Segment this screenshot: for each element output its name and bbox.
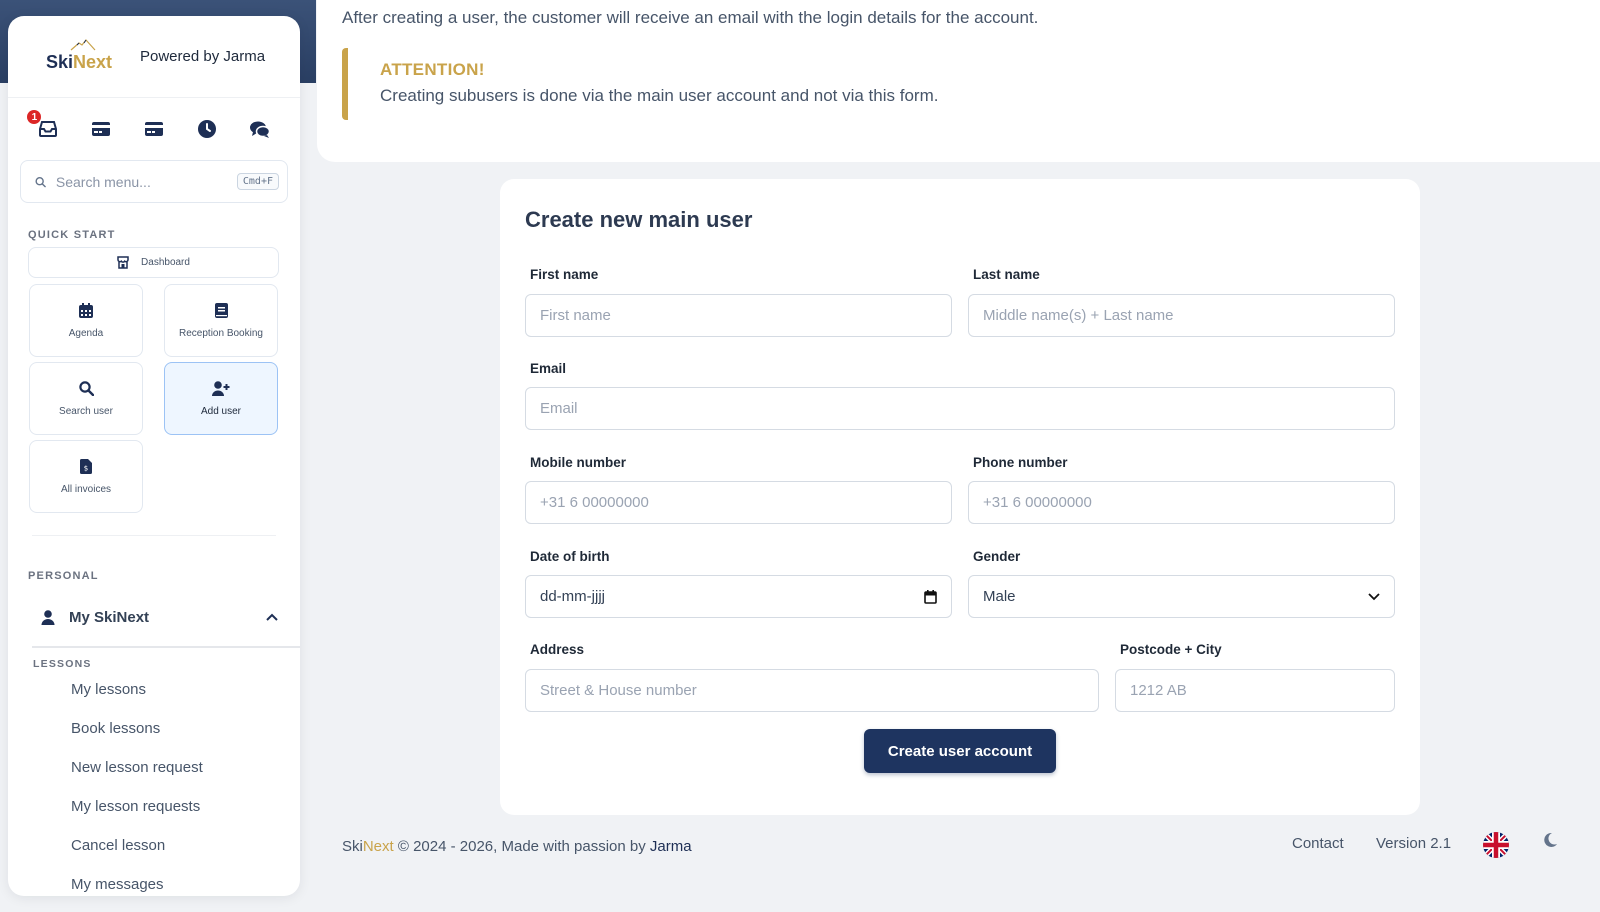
version-text: Version 2.1 <box>1376 835 1452 852</box>
postcode-label: Postcode + City <box>1120 642 1222 657</box>
quick-agenda-label: Agenda <box>68 327 104 339</box>
search-input[interactable] <box>55 173 237 190</box>
user-icon <box>41 609 55 625</box>
credit-card-icon <box>92 122 111 136</box>
messages-button[interactable] <box>247 116 273 142</box>
powered-by: Powered by Jarma <box>140 48 266 65</box>
credit-card-icon <box>144 122 163 136</box>
my-lesson-requests-link[interactable]: My lesson requests <box>32 787 300 826</box>
address-input[interactable] <box>525 669 1099 712</box>
dashboard-label: Dashboard <box>141 257 190 268</box>
create-user-form: Create new main user First name Last nam… <box>500 179 1420 815</box>
quick-add-user-label: Add user <box>200 405 242 417</box>
skinext-logo[interactable]: SkiNext <box>46 38 112 75</box>
my-lessons-link[interactable]: My lessons <box>32 670 300 709</box>
invoice-icon: $ <box>80 458 92 474</box>
book-lessons-link[interactable]: Book lessons <box>32 709 300 748</box>
inbox-button[interactable]: 1 <box>27 110 61 142</box>
shortcut-hint: Cmd+F <box>236 173 279 190</box>
mountain-icon <box>70 38 96 50</box>
email-input[interactable] <box>525 387 1395 430</box>
quick-reception-label: Reception Booking <box>179 327 263 339</box>
brand-header: SkiNext Powered by Jarma <box>8 16 300 98</box>
dob-label: Date of birth <box>530 549 610 564</box>
quick-search-user[interactable]: Search user <box>29 362 143 435</box>
book-icon <box>214 302 228 318</box>
last-name-label: Last name <box>973 267 1040 282</box>
search-icon <box>35 176 46 187</box>
user-plus-icon <box>212 380 230 396</box>
chat-icon <box>249 121 270 138</box>
sidebar-divider <box>32 535 276 536</box>
attention-text: Creating subusers is done via the main u… <box>380 86 939 105</box>
language-flag[interactable] <box>1483 832 1509 858</box>
quick-invoices-label: All invoices <box>60 483 112 495</box>
menu-search: Cmd+F <box>20 160 288 203</box>
quick-agenda[interactable]: Agenda <box>29 284 143 357</box>
phone-input[interactable] <box>968 481 1395 524</box>
phone-label: Phone number <box>973 455 1068 470</box>
quick-icon-bar: 1 <box>8 98 300 160</box>
create-user-button[interactable]: Create user account <box>864 729 1056 773</box>
cancel-lesson-link[interactable]: Cancel lesson <box>32 826 300 865</box>
contact-link[interactable]: Contact <box>1292 835 1344 852</box>
moon-icon <box>1544 832 1557 847</box>
uk-flag-icon <box>1483 832 1509 858</box>
copyright: SkiNext © 2024 - 2026, Made with passion… <box>342 838 692 855</box>
footer-ski: Ski <box>342 838 363 855</box>
attention-title: ATTENTION! <box>380 60 485 79</box>
lessons-submenu: LESSONS My lessons Book lessons New less… <box>32 646 300 896</box>
inbox-icon <box>39 121 58 137</box>
clock-icon <box>197 120 216 138</box>
svg-text:$: $ <box>84 464 88 472</box>
address-label: Address <box>530 642 585 657</box>
dob-input[interactable]: dd-mm-jjjj <box>525 575 952 618</box>
quick-search-label: Search user <box>59 405 113 417</box>
notice-card: After creating a user, the customer will… <box>317 0 1600 162</box>
footer-next: Next <box>362 838 394 855</box>
sidebar: SkiNext Powered by Jarma 1 Cmd+F QUICK S… <box>8 16 300 896</box>
payments-button[interactable] <box>88 116 114 142</box>
quick-start-heading: QUICK START <box>28 229 116 241</box>
search-icon <box>78 380 94 396</box>
personal-heading: PERSONAL <box>28 570 99 582</box>
cards-button[interactable] <box>141 116 167 142</box>
logo-ski: Ski <box>46 51 74 72</box>
gender-label: Gender <box>973 549 1021 564</box>
intro-text: After creating a user, the customer will… <box>342 8 1039 27</box>
store-icon <box>117 256 129 269</box>
dashboard-link[interactable]: Dashboard <box>28 247 279 278</box>
dob-value: dd-mm-jjjj <box>540 588 605 605</box>
gender-value: Male <box>983 588 1016 605</box>
logo-next: Next <box>73 51 113 72</box>
calendar-icon <box>79 302 93 318</box>
my-messages-link[interactable]: My messages <box>32 865 300 896</box>
my-skinext-label: My SkiNext <box>69 608 150 626</box>
gender-select[interactable]: Male <box>968 575 1395 618</box>
first-name-input[interactable] <box>525 294 952 337</box>
chevron-down-icon <box>1368 592 1380 600</box>
email-label: Email <box>530 361 567 376</box>
quick-reception-booking[interactable]: Reception Booking <box>164 284 278 357</box>
chevron-up-icon <box>266 613 278 621</box>
logo-text: SkiNext <box>46 52 112 73</box>
history-button[interactable] <box>194 116 220 142</box>
mobile-input[interactable] <box>525 481 952 524</box>
calendar-icon <box>924 589 937 604</box>
lessons-heading: LESSONS <box>33 658 92 670</box>
quick-start-grid: Agenda Reception Booking Search user Add… <box>29 284 300 513</box>
dark-mode-toggle[interactable] <box>1542 832 1558 853</box>
quick-all-invoices[interactable]: $ All invoices <box>29 440 143 513</box>
attention-callout: ATTENTION! Creating subusers is done via… <box>342 48 938 120</box>
last-name-input[interactable] <box>968 294 1395 337</box>
postcode-input[interactable] <box>1115 669 1395 712</box>
my-skinext-toggle[interactable]: My SkiNext <box>8 596 300 638</box>
new-lesson-request-link[interactable]: New lesson request <box>32 748 300 787</box>
mobile-label: Mobile number <box>530 455 627 470</box>
form-title: Create new main user <box>525 207 753 232</box>
author-link[interactable]: Jarma <box>650 838 692 855</box>
quick-add-user[interactable]: Add user <box>164 362 278 435</box>
first-name-label: First name <box>530 267 599 282</box>
footer-copy: © 2024 - 2026, Made with passion by <box>393 838 650 855</box>
